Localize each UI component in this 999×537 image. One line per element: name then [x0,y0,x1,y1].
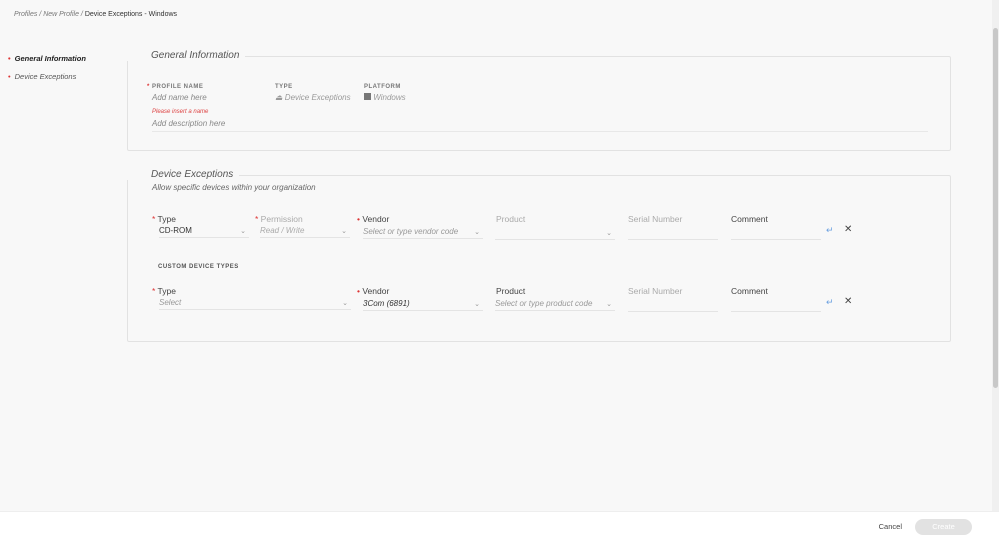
profile-name-input[interactable]: Add name here [152,93,272,102]
type-value: ⏏ Device Exceptions [275,93,351,102]
breadcrumb: Profiles / New Profile / Device Exceptio… [14,11,178,18]
windows-icon [364,93,371,100]
type-label: * Type [152,286,176,296]
description-input[interactable]: Add description here [152,119,928,132]
product-label: Product [496,286,526,296]
comment-input[interactable] [731,300,821,312]
serial-number-label: Serial Number [628,286,683,296]
chevron-down-icon: ⌄ [240,228,246,235]
sidebar-item-general-information[interactable]: • General Information [8,54,86,63]
close-icon[interactable]: ✕ [844,296,852,307]
product-select[interactable]: ⌄ [495,228,615,240]
bullet-icon: • [8,54,11,63]
chevron-down-icon: ⌄ [474,301,480,308]
footer [0,511,999,537]
comment-label: Comment [731,286,768,296]
vendor-select[interactable]: 3Com (6891) ⌄ [363,299,483,311]
sidebar-item-device-exceptions[interactable]: • Device Exceptions [8,72,76,81]
bullet-icon: • [8,72,11,81]
breadcrumb-profiles[interactable]: Profiles [14,11,37,18]
serial-number-label: Serial Number [628,214,683,224]
enter-icon[interactable]: ↵ [826,225,834,236]
section-title: Device Exceptions [127,169,240,180]
type-label: * Type [152,214,176,224]
platform-label: PLATFORM [364,84,401,90]
product-label: Product [496,214,526,224]
scrollbar-thumb[interactable] [993,28,998,388]
custom-type-select[interactable]: Select ⌄ [159,298,351,310]
vendor-label: • Vendor [357,214,390,224]
general-information-card: General Information * PROFILE NAME Add n… [127,50,951,151]
section-subtitle: Allow specific devices within your organ… [152,183,316,192]
error-message: Please insert a name [152,109,209,115]
product-select[interactable]: Select or type product code ⌄ [495,299,615,311]
device-exceptions-card: Device Exceptions Allow specific devices… [127,169,951,342]
cancel-button[interactable]: Cancel [879,522,902,531]
serial-number-input[interactable] [628,228,718,240]
chevron-down-icon: ⌄ [342,300,348,307]
profile-name-label: * PROFILE NAME [147,84,204,90]
chevron-down-icon: ⌄ [606,230,612,237]
vendor-label: • Vendor [357,286,390,296]
chevron-down-icon: ⌄ [341,228,347,235]
chevron-down-icon: ⌄ [474,229,480,236]
breadcrumb-current: Device Exceptions - Windows [84,11,178,18]
serial-number-input[interactable] [628,300,718,312]
sidebar-item-label: General Information [14,54,86,63]
platform-value: Windows [364,93,406,102]
comment-label: Comment [731,214,768,224]
type-select[interactable]: CD-ROM ⌄ [159,226,249,238]
custom-device-types-header: CUSTOM DEVICE TYPES [158,264,239,270]
scrollbar[interactable] [992,0,999,511]
breadcrumb-new-profile[interactable]: New Profile [43,11,79,18]
section-title: General Information [127,50,246,61]
sidebar-item-label: Device Exceptions [14,72,77,81]
type-label: TYPE [275,84,293,90]
close-icon[interactable]: ✕ [844,224,852,235]
permission-select[interactable]: Read / Write ⌄ [260,226,350,238]
device-icon: ⏏ [275,93,283,102]
permission-label: * Permission [255,214,303,224]
chevron-down-icon: ⌄ [606,301,612,308]
create-button[interactable]: Create [915,519,972,535]
vendor-select[interactable]: Select or type vendor code ⌄ [363,227,483,239]
comment-input[interactable] [731,228,821,240]
enter-icon[interactable]: ↵ [826,297,834,308]
